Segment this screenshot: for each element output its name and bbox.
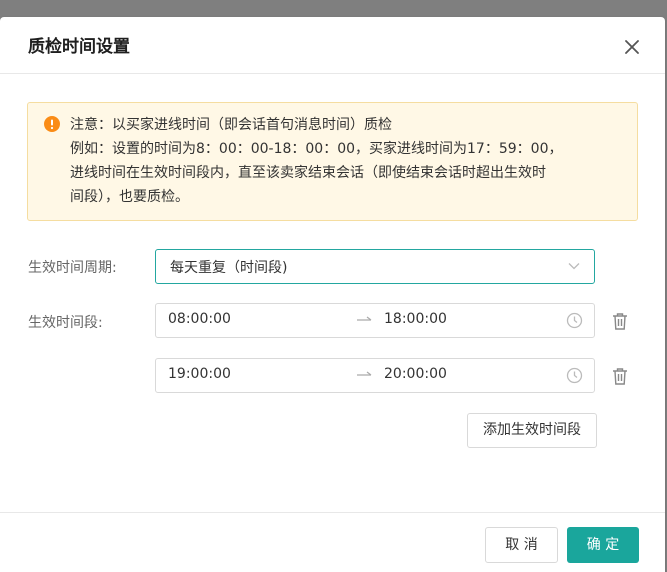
cancel-button[interactable]: 取 消 xyxy=(485,527,558,563)
period-select[interactable]: 每天重复（时间段) xyxy=(155,249,595,284)
notice-line: 间段），也要质检。 xyxy=(70,189,189,205)
quality-time-settings-dialog: 质检时间设置 注意：以买家进线时间（即会话首句消息时间）质检 例如：设置的时间为… xyxy=(0,17,665,572)
chevron-down-icon xyxy=(568,263,580,270)
delete-icon[interactable] xyxy=(611,366,629,386)
arrow-right-icon xyxy=(357,371,372,376)
clock-icon xyxy=(566,367,583,384)
clock-icon xyxy=(566,312,583,329)
range-label: 生效时间段: xyxy=(28,315,103,331)
notice-line: 进线时间在生效时间段内，直至该卖家结束会话（即使结束会话时超出生效时 xyxy=(70,165,546,181)
warning-icon xyxy=(44,116,60,132)
footer-divider xyxy=(0,512,665,513)
delete-icon[interactable] xyxy=(611,311,629,331)
start-time-input[interactable]: 19:00:00 xyxy=(168,366,231,382)
period-select-value: 每天重复（时间段) xyxy=(170,260,288,276)
add-time-range-button[interactable]: 添加生效时间段 xyxy=(467,413,597,448)
notice-line: 例如：设置的时间为8：00：00-18：00：00，买家进线时间为17：59：0… xyxy=(70,141,563,157)
notice-text: 注意：以买家进线时间（即会话首句消息时间）质检 例如：设置的时间为8：00：00… xyxy=(70,113,625,209)
confirm-button[interactable]: 确 定 xyxy=(567,527,639,563)
arrow-right-icon xyxy=(357,316,372,321)
end-time-input[interactable]: 20:00:00 xyxy=(384,366,447,382)
period-label: 生效时间周期: xyxy=(28,260,117,276)
dialog-title: 质检时间设置 xyxy=(28,37,130,57)
notice-line: 注意：以买家进线时间（即会话首句消息时间）质检 xyxy=(70,117,392,133)
end-time-input[interactable]: 18:00:00 xyxy=(384,311,447,327)
start-time-input[interactable]: 08:00:00 xyxy=(168,311,231,327)
time-range-picker[interactable]: 08:00:00 18:00:00 xyxy=(155,303,595,338)
notice-box: 注意：以买家进线时间（即会话首句消息时间）质检 例如：设置的时间为8：00：00… xyxy=(27,102,638,221)
close-icon[interactable] xyxy=(620,35,644,59)
time-range-picker[interactable]: 19:00:00 20:00:00 xyxy=(155,358,595,393)
dialog-header: 质检时间设置 xyxy=(0,17,665,74)
